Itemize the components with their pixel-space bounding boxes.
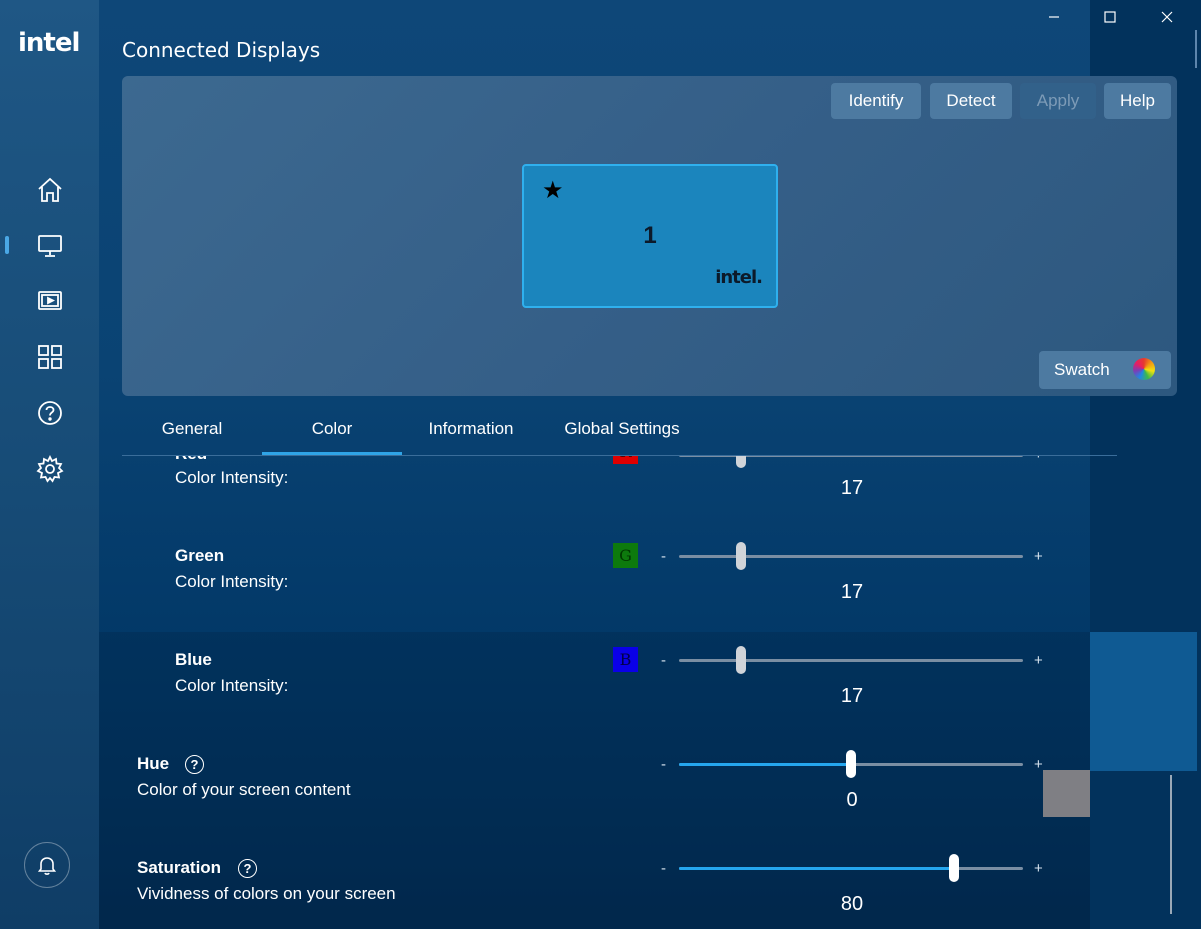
- scrollbar[interactable]: [1170, 775, 1172, 914]
- right-accent-block: [1090, 632, 1197, 771]
- red-intensity-label: Color Intensity:: [175, 468, 289, 487]
- bell-icon: [37, 857, 57, 875]
- home-icon[interactable]: [35, 175, 65, 205]
- red-label: Red: [175, 456, 207, 464]
- hue-help-icon[interactable]: ?: [185, 755, 204, 774]
- red-minus[interactable]: -: [661, 456, 666, 463]
- red-slider-track[interactable]: [679, 456, 1023, 457]
- tab-information[interactable]: Information: [402, 402, 540, 456]
- display-1-tile[interactable]: ★ 1 intel.: [522, 164, 778, 308]
- video-icon[interactable]: [35, 286, 65, 316]
- maximize-icon: [1104, 11, 1116, 23]
- hue-minus[interactable]: -: [661, 756, 666, 773]
- green-chip: G: [613, 543, 638, 568]
- detect-button[interactable]: Detect: [930, 83, 1012, 119]
- saturation-slider-thumb[interactable]: [949, 854, 960, 882]
- tab-color[interactable]: Color: [262, 402, 402, 456]
- blue-slider-thumb[interactable]: [735, 646, 746, 674]
- minimize-button[interactable]: [1034, 6, 1074, 28]
- blue-value: 17: [840, 685, 864, 707]
- hue-slider-thumb[interactable]: [846, 750, 856, 778]
- minimize-icon: [1049, 16, 1059, 18]
- blue-chip: B: [613, 647, 638, 672]
- swatch-label: Swatch: [1054, 360, 1110, 379]
- saturation-value: 80: [840, 893, 864, 915]
- green-label: Green: [175, 546, 225, 565]
- intel-logo: intel: [18, 28, 80, 58]
- red-value: 17: [840, 477, 864, 499]
- primary-star-icon: ★: [542, 176, 564, 204]
- maximize-button[interactable]: [1090, 6, 1130, 28]
- scrollbar-top[interactable]: [1195, 30, 1197, 68]
- grid-icon[interactable]: [35, 342, 65, 372]
- tab-general[interactable]: General: [122, 402, 262, 456]
- color-settings: Red Color Intensity: R - + 17 Green Colo…: [99, 456, 1090, 929]
- active-indicator: [5, 236, 9, 254]
- hue-label: Hue: [137, 754, 170, 773]
- help-button[interactable]: Help: [1104, 83, 1171, 119]
- green-slider-thumb[interactable]: [735, 542, 746, 570]
- saturation-slider-fill: [679, 867, 955, 870]
- red-slider-thumb[interactable]: [735, 456, 746, 468]
- hue-description: Color of your screen content: [137, 780, 351, 799]
- green-minus[interactable]: -: [661, 548, 666, 565]
- monitor-icon[interactable]: [35, 230, 65, 260]
- tab-global-settings[interactable]: Global Settings: [540, 402, 704, 456]
- color-wheel-icon: [1133, 358, 1155, 380]
- blue-plus[interactable]: +: [1034, 652, 1043, 669]
- display-number: 1: [643, 222, 657, 249]
- green-value: 17: [840, 581, 864, 603]
- sidebar: intel: [0, 0, 99, 929]
- red-chip: R: [613, 456, 638, 464]
- saturation-help-icon[interactable]: ?: [238, 859, 257, 878]
- close-icon: [1161, 11, 1173, 23]
- hue-slider-fill: [679, 763, 851, 766]
- page-title: Connected Displays: [122, 38, 321, 62]
- red-plus[interactable]: +: [1034, 456, 1043, 463]
- saturation-label: Saturation: [137, 858, 222, 877]
- blue-slider-track[interactable]: [679, 659, 1023, 662]
- apply-button[interactable]: Apply: [1020, 83, 1096, 119]
- saturation-description: Vividness of colors on your screen: [137, 884, 396, 903]
- blue-minus[interactable]: -: [661, 652, 666, 669]
- green-plus[interactable]: +: [1034, 548, 1043, 565]
- saturation-minus[interactable]: -: [661, 860, 666, 877]
- gear-icon[interactable]: [35, 454, 65, 484]
- grey-swatch-block: [1043, 770, 1090, 817]
- green-intensity-label: Color Intensity:: [175, 572, 289, 591]
- blue-label: Blue: [175, 650, 212, 669]
- close-button[interactable]: [1147, 6, 1187, 28]
- display-brand: intel.: [715, 267, 763, 288]
- help-icon[interactable]: [35, 398, 65, 428]
- hue-value: 0: [846, 789, 858, 811]
- green-slider-track[interactable]: [679, 555, 1023, 558]
- hue-plus[interactable]: +: [1034, 756, 1043, 773]
- blue-intensity-label: Color Intensity:: [175, 676, 289, 695]
- swatch-button[interactable]: Swatch: [1039, 351, 1171, 389]
- saturation-plus[interactable]: +: [1034, 860, 1043, 877]
- notifications-button[interactable]: [24, 842, 70, 888]
- identify-button[interactable]: Identify: [831, 83, 921, 119]
